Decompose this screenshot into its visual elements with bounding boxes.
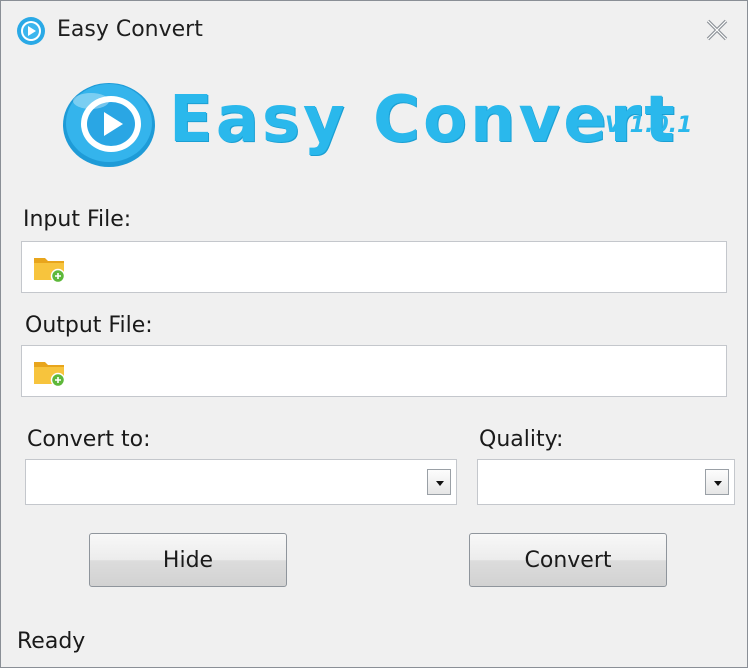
quality-dropdown[interactable]: [477, 459, 735, 505]
quality-label: Quality:: [479, 427, 564, 452]
input-file-label: Input File:: [23, 207, 132, 232]
input-file-field[interactable]: [21, 241, 727, 293]
title-bar[interactable]: Easy Convert: [1, 1, 747, 63]
convert-to-label: Convert to:: [27, 427, 151, 452]
hide-button[interactable]: Hide: [89, 533, 287, 587]
window-title: Easy Convert: [57, 17, 203, 42]
close-icon[interactable]: [703, 17, 731, 43]
output-file-input[interactable]: [76, 352, 720, 392]
input-file-input[interactable]: [76, 248, 720, 288]
folder-browse-icon[interactable]: [32, 252, 68, 284]
app-logo: Easy Convert V 1.0.1: [61, 77, 701, 169]
output-file-label: Output File:: [25, 313, 153, 338]
logo-play-icon: [63, 83, 155, 167]
app-window: Easy Convert Easy Convert V 1.0.1 Input …: [0, 0, 748, 668]
output-file-field[interactable]: [21, 345, 727, 397]
status-text: Ready: [17, 629, 86, 654]
convert-to-dropdown[interactable]: [25, 459, 457, 505]
app-play-icon: [17, 17, 45, 45]
logo-wordmark: Easy Convert: [169, 83, 678, 157]
chevron-down-icon[interactable]: [427, 469, 451, 495]
chevron-down-icon[interactable]: [705, 469, 729, 495]
convert-button[interactable]: Convert: [469, 533, 667, 587]
folder-browse-icon[interactable]: [32, 356, 68, 388]
logo-version: V 1.0.1: [605, 113, 693, 138]
